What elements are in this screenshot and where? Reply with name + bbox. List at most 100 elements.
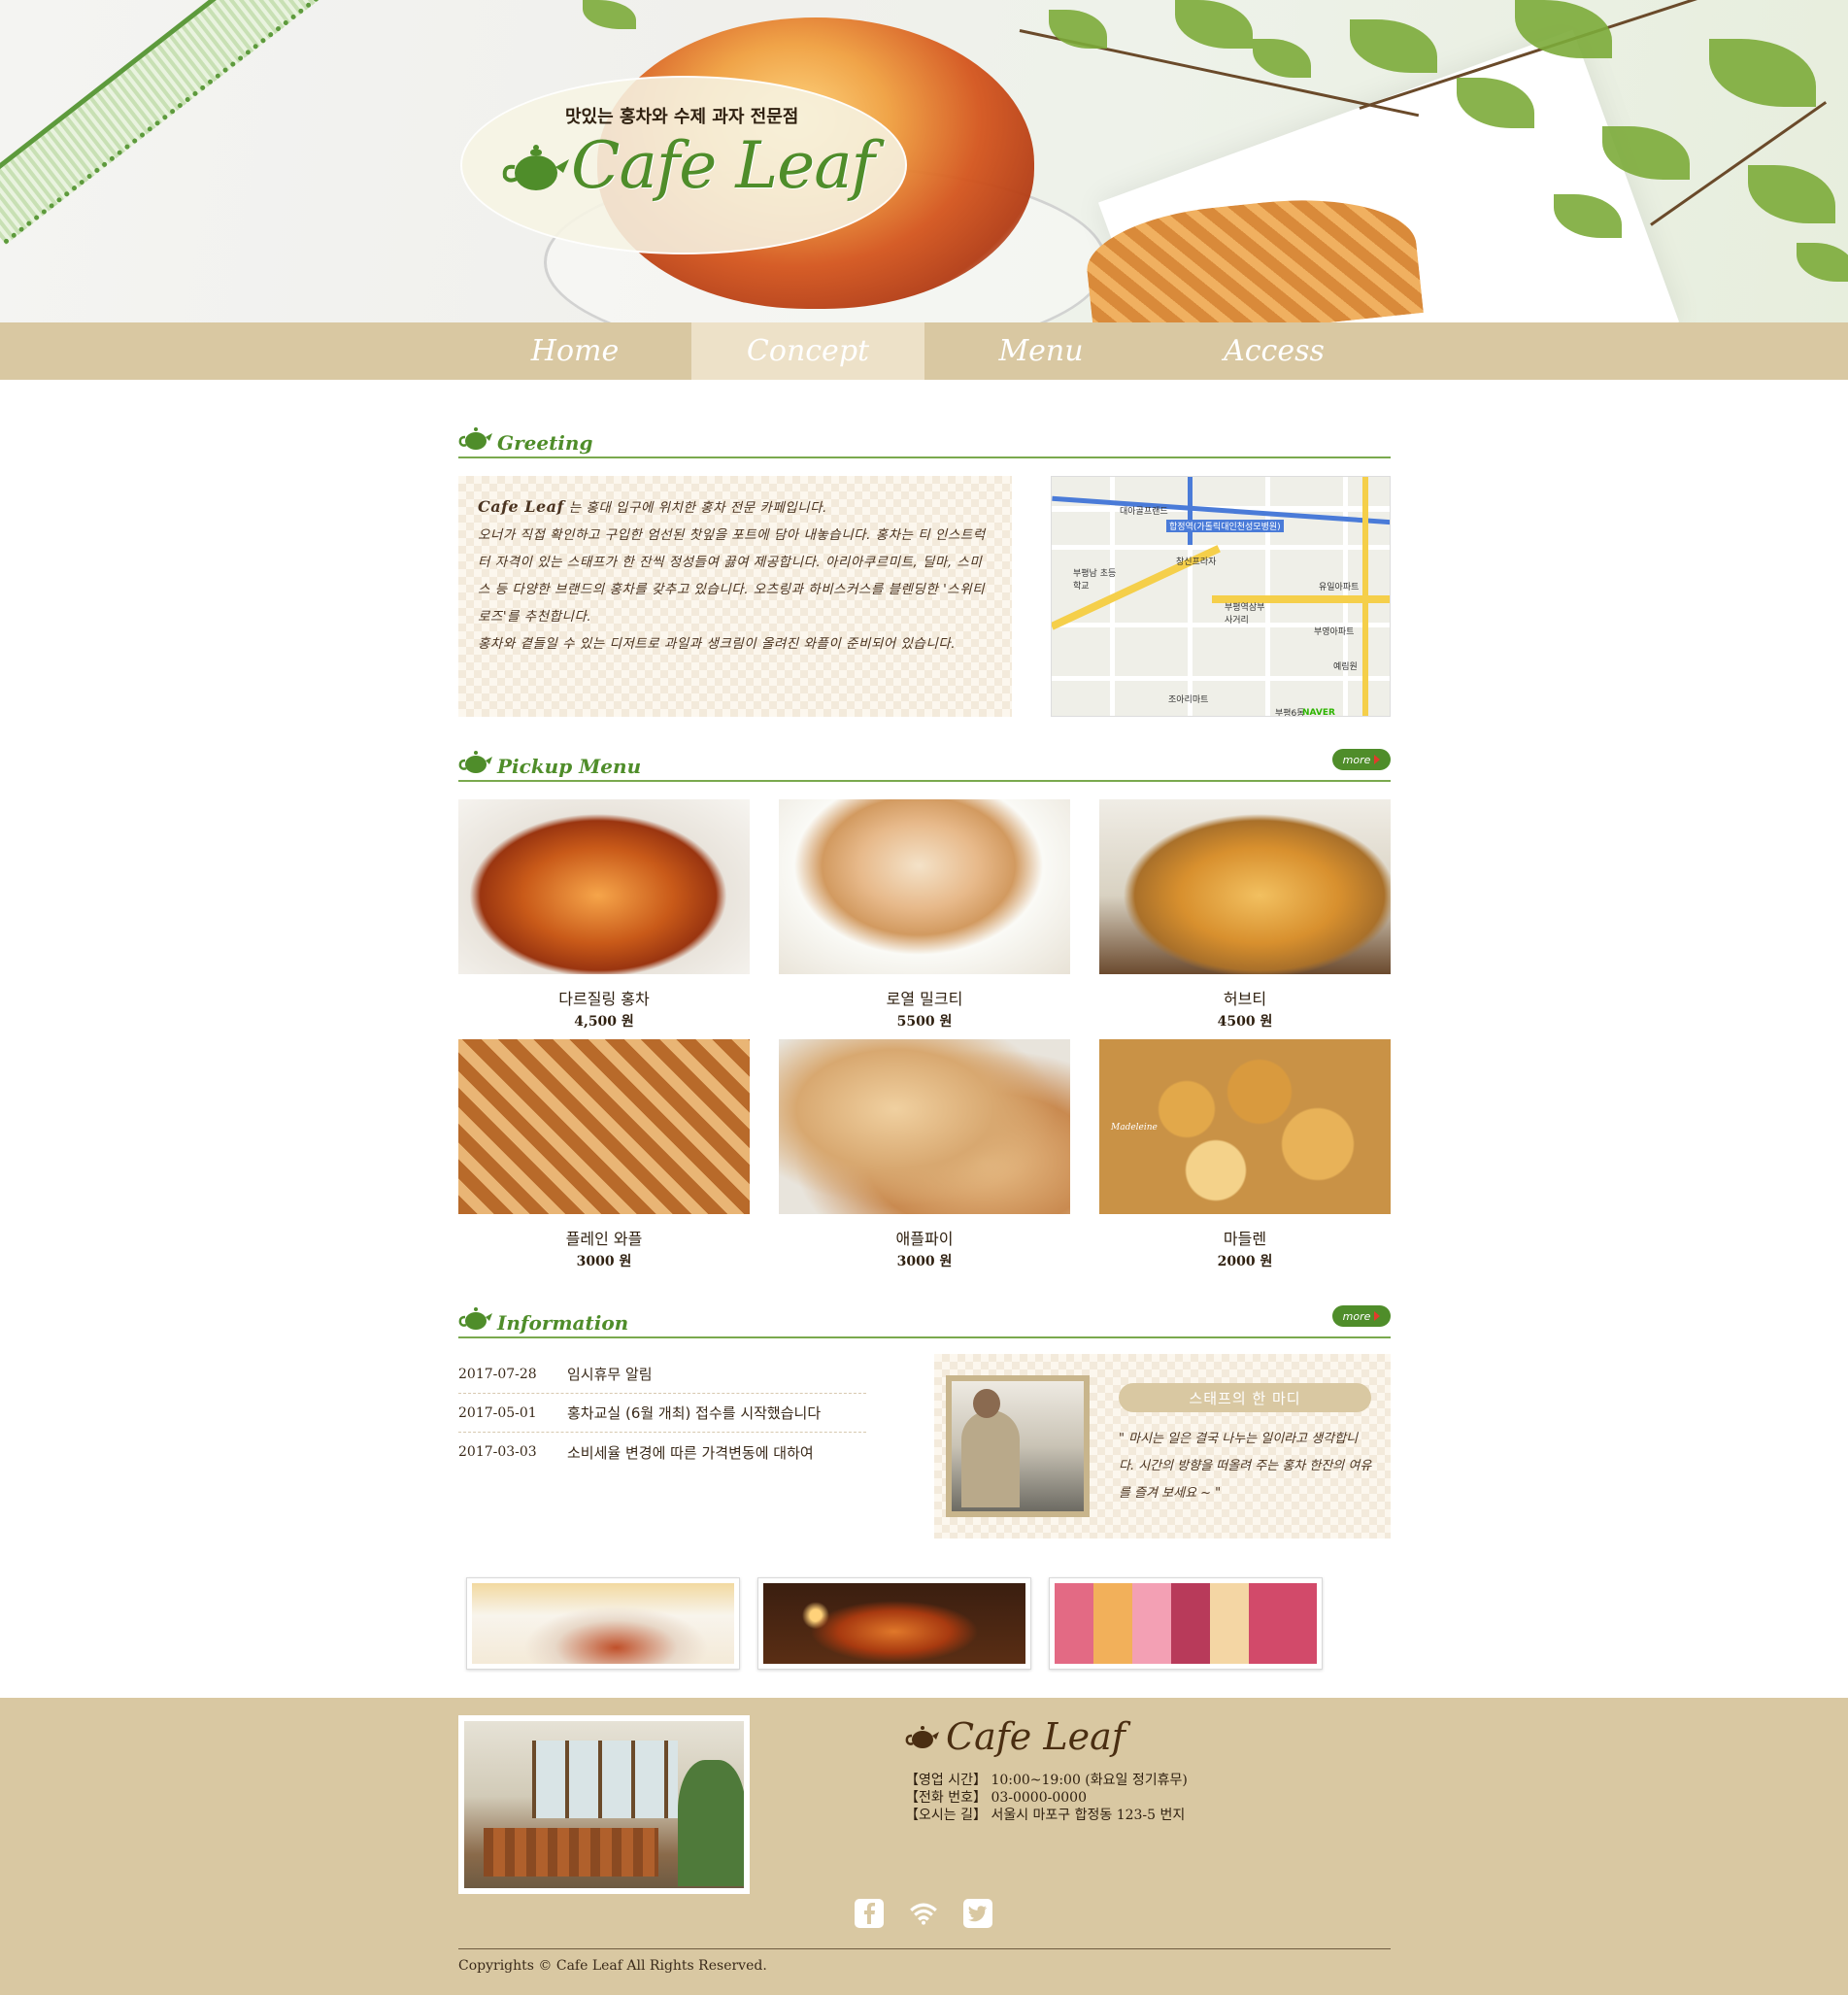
site-footer: Cafe Leaf 【영업 시간】 10:00~19:00 (화요일 정기휴무)… [0, 1698, 1848, 1995]
menu-item[interactable]: 허브티 4500 원 [1099, 799, 1391, 1031]
menu-item[interactable]: 애플파이 3000 원 [779, 1039, 1070, 1270]
nav-item-access[interactable]: Access [1158, 322, 1391, 380]
ivy-leaf [1175, 0, 1253, 49]
hours-value: 10:00~19:00 (화요일 정기휴무) [991, 1773, 1188, 1788]
greeting-line-2: 오너가 직접 확인하고 구입한 엄선된 찻잎을 포트에 담아 내놓습니다. 홍차… [478, 527, 986, 625]
news-date: 2017-07-28 [458, 1366, 537, 1382]
site-logo[interactable]: Cafe Leaf [501, 128, 875, 203]
map-label: 부평역삼부 사거리 [1225, 603, 1265, 626]
facebook-icon[interactable] [854, 1898, 885, 1929]
news-row[interactable]: 2017-05-01 홍차교실 (6월 개최) 접수를 시작했습니다 [458, 1394, 866, 1433]
map-label: 부평6동 [1275, 709, 1305, 717]
map-label: 부평남 초등학교 [1073, 569, 1117, 592]
nav-item-menu[interactable]: Menu [924, 322, 1158, 380]
ivy-leaf [1049, 10, 1107, 49]
teapot-icon [502, 144, 569, 190]
menu-price: 3000 원 [896, 1254, 953, 1269]
ivy-leaf [1253, 39, 1311, 78]
phone-row: 【전화 번호】 03-0000-0000 [905, 1789, 1188, 1807]
menu-name: 다르질링 홍차 [558, 990, 650, 1008]
menu-image-herb-tea [1099, 799, 1391, 974]
news-row[interactable]: 2017-03-03 소비세율 변경에 따른 가격변동에 대하여 [458, 1433, 866, 1471]
menu-price: 2000 원 [1217, 1254, 1273, 1269]
shop-photo [458, 1715, 750, 1894]
menu-price: 5500 원 [896, 1014, 953, 1030]
pickup-heading: Pickup Menu more [458, 747, 1391, 782]
map-label: NAVER [1302, 708, 1335, 717]
menu-image-royal-milk-tea [779, 799, 1070, 974]
map-label: 창신프라자 [1176, 558, 1217, 567]
section-title: Greeting [497, 431, 593, 455]
footer-logo[interactable]: Cafe Leaf [905, 1715, 1126, 1758]
map-label: 조아리마트 [1168, 695, 1209, 705]
greeting-heading: Greeting [458, 423, 1391, 458]
menu-item[interactable]: Madeleine 마들렌 2000 원 [1099, 1039, 1391, 1270]
news-date: 2017-05-01 [458, 1404, 537, 1421]
map-label: 유일아파트 [1319, 583, 1360, 592]
greeting-text-box: Cafe Leaf 는 홍대 입구에 위치한 홍차 전문 카페입니다. 오너가 … [458, 476, 1012, 717]
more-button[interactable]: more [1332, 1305, 1391, 1327]
map-label: 예림원 [1333, 662, 1358, 672]
news-title[interactable]: 임시휴무 알림 [567, 1364, 653, 1384]
arrow-right-icon [1374, 755, 1381, 764]
footer-divider [458, 1948, 1391, 1949]
menu-price: 4,500 원 [574, 1014, 634, 1030]
more-label: more [1342, 1309, 1371, 1323]
more-label: more [1342, 753, 1371, 766]
news-list: 2017-07-28 임시휴무 알림 2017-05-01 홍차교실 (6월 개… [458, 1355, 866, 1471]
menu-price: 4500 원 [1217, 1014, 1273, 1030]
banner-tea-pouring[interactable] [466, 1577, 740, 1670]
teapot-icon [458, 751, 492, 773]
section-title: Information [497, 1311, 629, 1335]
address-value: 서울시 마포구 합정동 123-5 번지 [991, 1808, 1186, 1823]
ivy-leaf [1350, 19, 1437, 73]
menu-name: 로열 밀크티 [886, 990, 963, 1008]
location-map[interactable]: 대아골프랜드 합정역(가톨릭대인천성모병원) 창신프라자 부평남 초등학교 유일… [1051, 476, 1391, 717]
greeting-line-1: 는 홍대 입구에 위치한 홍차 전문 카페입니다. [563, 500, 827, 516]
hero-banner: 맛있는 홍차와 수제 과자 전문점 Cafe Leaf [0, 0, 1848, 322]
image-caption: Madeleine [1111, 1123, 1158, 1133]
logo-text: Cafe Leaf [571, 128, 875, 203]
map-label: 부영아파트 [1314, 627, 1355, 637]
news-title[interactable]: 홍차교실 (6월 개최) 접수를 시작했습니다 [567, 1403, 821, 1423]
menu-image-apple-pie [779, 1039, 1070, 1214]
banner-macarons[interactable] [1049, 1577, 1323, 1670]
staff-photo [946, 1375, 1090, 1517]
more-button[interactable]: more [1332, 749, 1391, 770]
menu-item[interactable]: 플레인 와플 3000 원 [458, 1039, 750, 1270]
hours-row: 【영업 시간】 10:00~19:00 (화요일 정기휴무) [905, 1772, 1188, 1789]
staff-comment-box: 스태프의 한 마디 " 마시는 일은 결국 나누는 일이라고 생각합니다. 시간… [934, 1354, 1391, 1539]
teapot-icon [905, 1726, 939, 1748]
news-row[interactable]: 2017-07-28 임시휴무 알림 [458, 1355, 866, 1394]
hours-label: 【영업 시간】 [905, 1773, 987, 1788]
phone-label: 【전화 번호】 [905, 1790, 987, 1806]
ivy-leaf [1709, 39, 1816, 107]
news-title[interactable]: 소비세율 변경에 따른 가격변동에 대하여 [567, 1442, 814, 1463]
wifi-icon[interactable] [908, 1898, 939, 1929]
nav-item-home[interactable]: Home [458, 322, 691, 380]
menu-item[interactable]: 다르질링 홍차 4,500 원 [458, 799, 750, 1031]
lace-ribbon [0, 0, 328, 245]
greeting-brand: Cafe Leaf [478, 497, 564, 516]
phone-value: 03-0000-0000 [991, 1790, 1087, 1806]
menu-name: 애플파이 [895, 1230, 954, 1248]
menu-item[interactable]: 로열 밀크티 5500 원 [779, 799, 1070, 1031]
staff-quote: " 마시는 일은 결국 나누는 일이라고 생각합니다. 시간의 방향을 떠올려 … [1119, 1432, 1372, 1501]
menu-image-plain-waffle [458, 1039, 750, 1214]
tagline: 맛있는 홍차와 수제 과자 전문점 [565, 107, 799, 127]
address-row: 【오시는 길】 서울시 마포구 합정동 123-5 번지 [905, 1807, 1188, 1824]
footer-logo-text: Cafe Leaf [946, 1715, 1126, 1758]
main-nav: Home Concept Menu Access [0, 322, 1848, 380]
teapot-icon [458, 1307, 492, 1330]
information-heading: Information more [458, 1303, 1391, 1338]
menu-image-darjeeling [458, 799, 750, 974]
nav-item-concept[interactable]: Concept [691, 322, 924, 380]
teapot-icon [458, 427, 492, 450]
menu-image-madeleine: Madeleine [1099, 1039, 1391, 1214]
map-label: 합정역(가톨릭대인천성모병원) [1166, 520, 1284, 532]
banner-candle-tea[interactable] [757, 1577, 1031, 1670]
ivy-leaf [1748, 165, 1835, 223]
greeting-paragraph: Cafe Leaf 는 홍대 입구에 위치한 홍차 전문 카페입니다. [478, 493, 992, 522]
twitter-icon[interactable] [962, 1898, 993, 1929]
menu-name: 마들렌 [1223, 1230, 1267, 1248]
